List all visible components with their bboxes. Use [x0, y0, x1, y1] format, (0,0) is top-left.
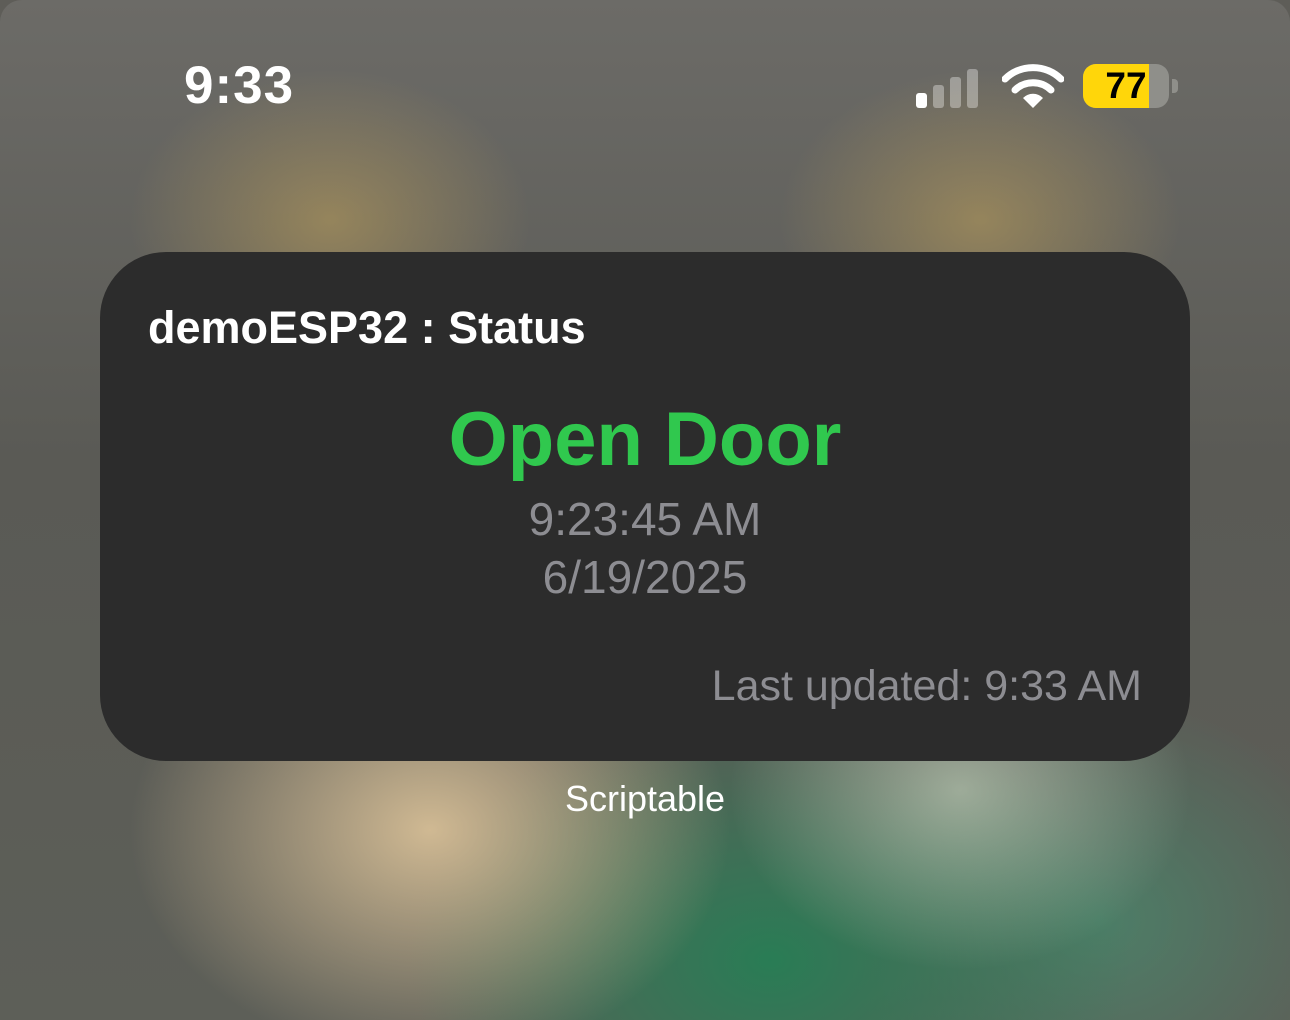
battery-icon: 77 — [1083, 64, 1178, 110]
signal-bar — [950, 77, 961, 108]
battery-body: 77 — [1083, 64, 1169, 108]
event-date: 6/19/2025 — [542, 551, 748, 603]
status-bar-clock: 9:33 — [184, 56, 295, 115]
event-time: 9:23:45 AM — [528, 493, 762, 545]
battery-percentage: 77 — [1105, 65, 1147, 106]
widget-title: demoESP32 : Status — [148, 302, 586, 353]
signal-bar — [916, 93, 927, 108]
widget-app-label: Scriptable — [564, 778, 726, 819]
cellular-signal-icon — [916, 68, 986, 108]
door-status: Open Door — [448, 397, 842, 482]
scriptable-widget[interactable]: demoESP32 : Status Open Door 9:23:45 AM … — [100, 252, 1190, 761]
wifi-icon — [1002, 64, 1064, 108]
battery-cap — [1172, 79, 1178, 93]
signal-bar — [967, 69, 978, 108]
signal-bar — [933, 85, 944, 108]
status-bar: 9:33 77 — [0, 0, 1290, 160]
last-updated: Last updated: 9:33 AM — [711, 662, 1142, 710]
